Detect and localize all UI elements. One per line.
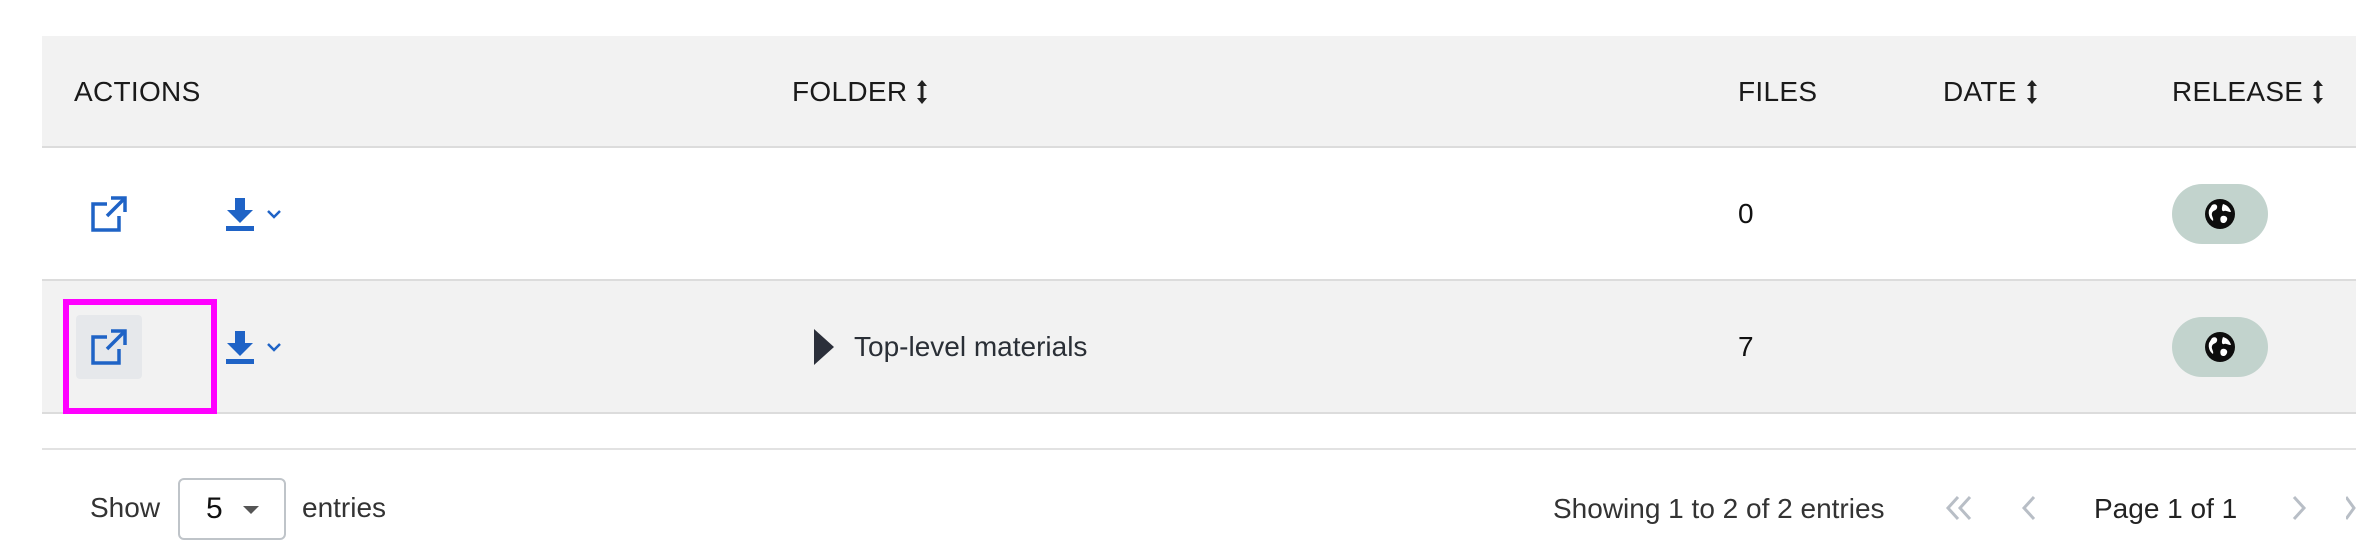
header-date-label: DATE xyxy=(1943,76,2017,107)
previous-page-icon[interactable] xyxy=(2020,494,2038,522)
download-icon xyxy=(226,198,254,231)
globe-icon xyxy=(2205,332,2235,362)
chevron-down-icon[interactable] xyxy=(266,341,282,353)
header-date[interactable]: DATE xyxy=(1943,76,2039,108)
files-count: 7 xyxy=(1738,331,1754,362)
next-page-icon[interactable] xyxy=(2290,494,2308,522)
page-size-value: 5 xyxy=(206,492,223,525)
open-button[interactable] xyxy=(76,182,142,246)
globe-icon xyxy=(2205,199,2235,229)
table-row: Top-level materials 7 xyxy=(42,281,2356,414)
caret-down-icon xyxy=(243,506,259,514)
files-table: ACTIONS FOLDER FILES DATE RELEASE 0 Top-… xyxy=(42,36,2356,414)
table-footer: Show 5 entries Showing 1 to 2 of 2 entri… xyxy=(0,478,2356,540)
download-button[interactable] xyxy=(224,192,282,236)
files-table-page: ACTIONS FOLDER FILES DATE RELEASE 0 Top-… xyxy=(0,0,2356,552)
header-release-label: RELEASE xyxy=(2172,76,2304,107)
open-button[interactable] xyxy=(76,315,142,379)
header-folder[interactable]: FOLDER xyxy=(792,76,929,108)
header-folder-label: FOLDER xyxy=(792,76,908,107)
header-files-label: FILES xyxy=(1738,76,1818,107)
download-icon xyxy=(226,331,254,364)
entries-label: entries xyxy=(302,492,387,523)
page-size-select[interactable]: 5 xyxy=(178,478,286,540)
chevron-down-icon[interactable] xyxy=(266,208,282,220)
header-actions: ACTIONS xyxy=(74,76,201,108)
showing-text: Showing 1 to 2 of 2 entries xyxy=(1553,493,1885,524)
download-button[interactable] xyxy=(224,325,282,369)
show-label: Show xyxy=(90,492,161,523)
table-row: 0 xyxy=(42,148,2356,281)
header-files: FILES xyxy=(1738,76,1817,108)
header-actions-label: ACTIONS xyxy=(74,76,201,107)
expand-triangle-icon[interactable] xyxy=(812,327,836,367)
release-badge[interactable] xyxy=(2172,184,2268,244)
header-release[interactable]: RELEASE xyxy=(2172,76,2325,108)
folder-name[interactable]: Top-level materials xyxy=(854,331,1087,363)
sort-icon[interactable] xyxy=(2025,78,2039,106)
first-page-icon[interactable] xyxy=(1944,494,1974,522)
table-header: ACTIONS FOLDER FILES DATE RELEASE xyxy=(42,36,2356,148)
sort-icon[interactable] xyxy=(2311,78,2325,106)
page-info: Page 1 of 1 xyxy=(2094,493,2238,524)
external-link-icon xyxy=(91,196,127,232)
folder-cell[interactable]: Top-level materials xyxy=(812,327,1087,367)
sort-icon[interactable] xyxy=(915,78,929,106)
external-link-icon xyxy=(91,329,127,365)
release-badge[interactable] xyxy=(2172,317,2268,377)
files-count: 0 xyxy=(1738,198,1754,229)
last-page-icon[interactable] xyxy=(2346,494,2356,522)
footer-divider xyxy=(42,448,2356,450)
